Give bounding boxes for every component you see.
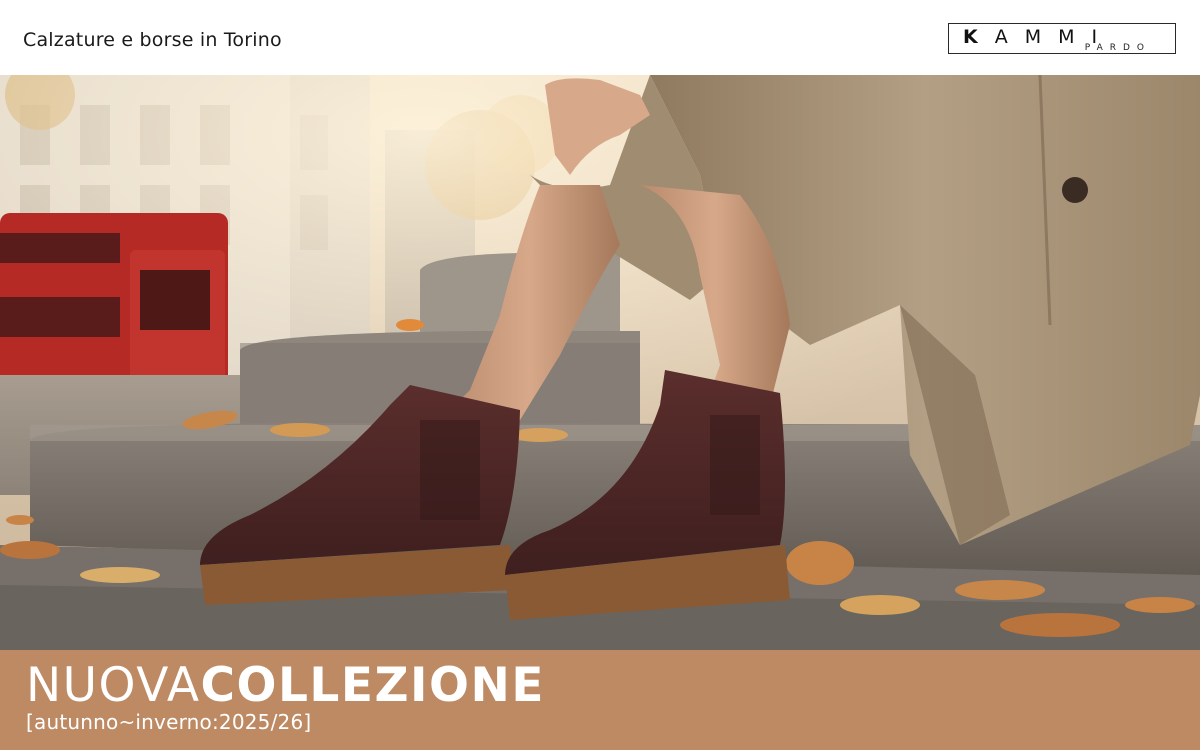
banner-title-bold: COLLEZIONE (200, 658, 545, 713)
banner-title: NUOVACOLLEZIONE (26, 658, 545, 713)
logo-subtitle: PARDO (1082, 43, 1153, 53)
banner-title-light: NUOVA (26, 658, 201, 713)
collection-banner[interactable]: NUOVACOLLEZIONE [autunno~inverno:2025/26… (0, 650, 1200, 750)
tagline: Calzature e borse in Torino (23, 29, 282, 51)
banner-subtitle: [autunno~inverno:2025/26] (26, 710, 312, 734)
hero-photo (0, 75, 1200, 650)
hero-illustration (0, 75, 1200, 650)
brand-logo[interactable]: KAMMI PARDO (948, 23, 1176, 54)
site-header: Calzature e borse in Torino KAMMI PARDO (0, 0, 1200, 75)
